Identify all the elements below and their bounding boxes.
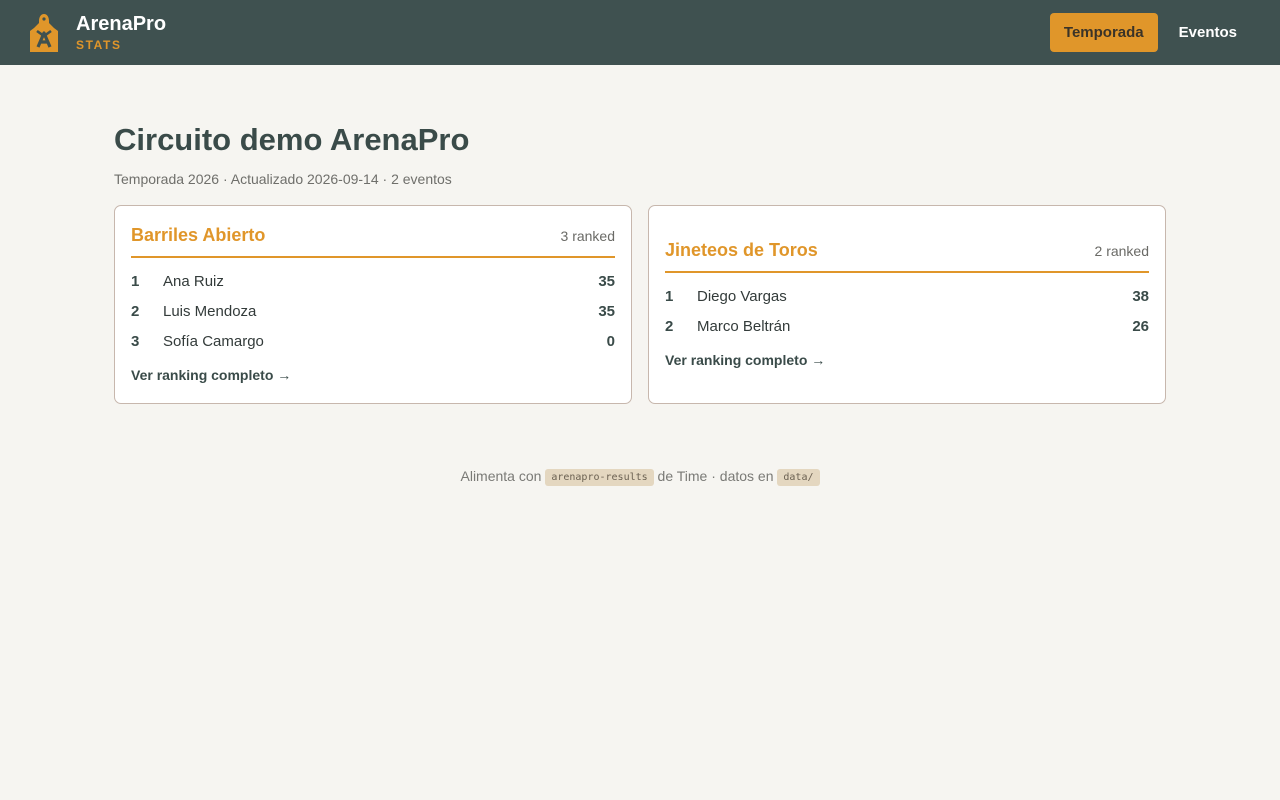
nav-temporada-button[interactable]: Temporada (1049, 13, 1158, 52)
footer-prefix: Alimenta con (460, 468, 542, 484)
ranked-count: 2 ranked (1094, 243, 1149, 259)
brand-name: ArenaPro (76, 13, 167, 35)
competitor-points: 38 (1132, 287, 1149, 305)
arena-tag-logo-icon (30, 13, 58, 52)
ranking-row: 2 Luis Mendoza 35 (131, 296, 615, 326)
ranking-row: 1 Diego Vargas 38 (665, 281, 1149, 311)
brand[interactable]: ArenaPro STATS (28, 12, 166, 53)
card-title: Barriles Abierto (131, 225, 266, 245)
competitor-name: Marco Beltrán (697, 317, 791, 335)
full-ranking-link[interactable]: Ver ranking completo → (665, 352, 825, 368)
rank-number: 1 (665, 287, 674, 305)
competitor-points: 0 (606, 332, 615, 350)
event-cards: Barriles Abierto 3 ranked 1 Ana Ruiz 35 … (114, 205, 1166, 404)
full-ranking-link[interactable]: Ver ranking completo → (131, 367, 291, 383)
footer-code-data: data/ (777, 469, 820, 486)
competitor-points: 26 (1132, 317, 1149, 335)
ranking-row: 2 Marco Beltrán 26 (665, 311, 1149, 341)
competitor-name: Diego Vargas (697, 287, 787, 305)
ranking-row: 3 Sofía Camargo 0 (131, 326, 615, 356)
footer-code-source: arenapro-results (545, 469, 654, 486)
competitor-points: 35 (598, 272, 615, 290)
ranked-count: 3 ranked (560, 228, 615, 244)
rank-number: 2 (131, 302, 140, 320)
competitor-name: Luis Mendoza (163, 302, 257, 320)
main-nav: Temporada Eventos (1049, 13, 1254, 52)
card-header: Barriles Abierto 3 ranked (131, 224, 615, 258)
rank-number: 2 (665, 317, 674, 335)
ranking-list: 1 Ana Ruiz 35 2 Luis Mendoza 35 3 Sofía … (131, 266, 615, 356)
main-content: Circuito demo ArenaPro Temporada 2026 · … (0, 122, 1280, 486)
footer: Alimenta con arenapro-results de Time · … (114, 468, 1166, 486)
ranking-row: 1 Ana Ruiz 35 (131, 266, 615, 296)
ranking-list: 1 Diego Vargas 38 2 Marco Beltrán 26 (665, 281, 1149, 341)
page-title: Circuito demo ArenaPro (114, 122, 470, 157)
competitor-name: Sofía Camargo (163, 332, 264, 350)
footer-middle: de Time · datos en (657, 468, 774, 484)
event-card-barriles: Barriles Abierto 3 ranked 1 Ana Ruiz 35 … (114, 205, 632, 404)
rank-number: 1 (131, 272, 140, 290)
top-bar: ArenaPro STATS Temporada Eventos (0, 0, 1280, 65)
rank-number: 3 (131, 332, 140, 350)
card-title: Jineteos de Toros (665, 240, 818, 260)
nav-eventos-button[interactable]: Eventos (1162, 13, 1254, 52)
brand-subtitle: STATS (76, 38, 122, 52)
competitor-name: Ana Ruiz (163, 272, 224, 290)
event-card-jineteos: Jineteos de Toros 2 ranked 1 Diego Varga… (648, 205, 1166, 404)
card-header: Jineteos de Toros 2 ranked (665, 239, 1149, 273)
page-meta: Temporada 2026 · Actualizado 2026-09-14 … (114, 171, 452, 187)
competitor-points: 35 (598, 302, 615, 320)
